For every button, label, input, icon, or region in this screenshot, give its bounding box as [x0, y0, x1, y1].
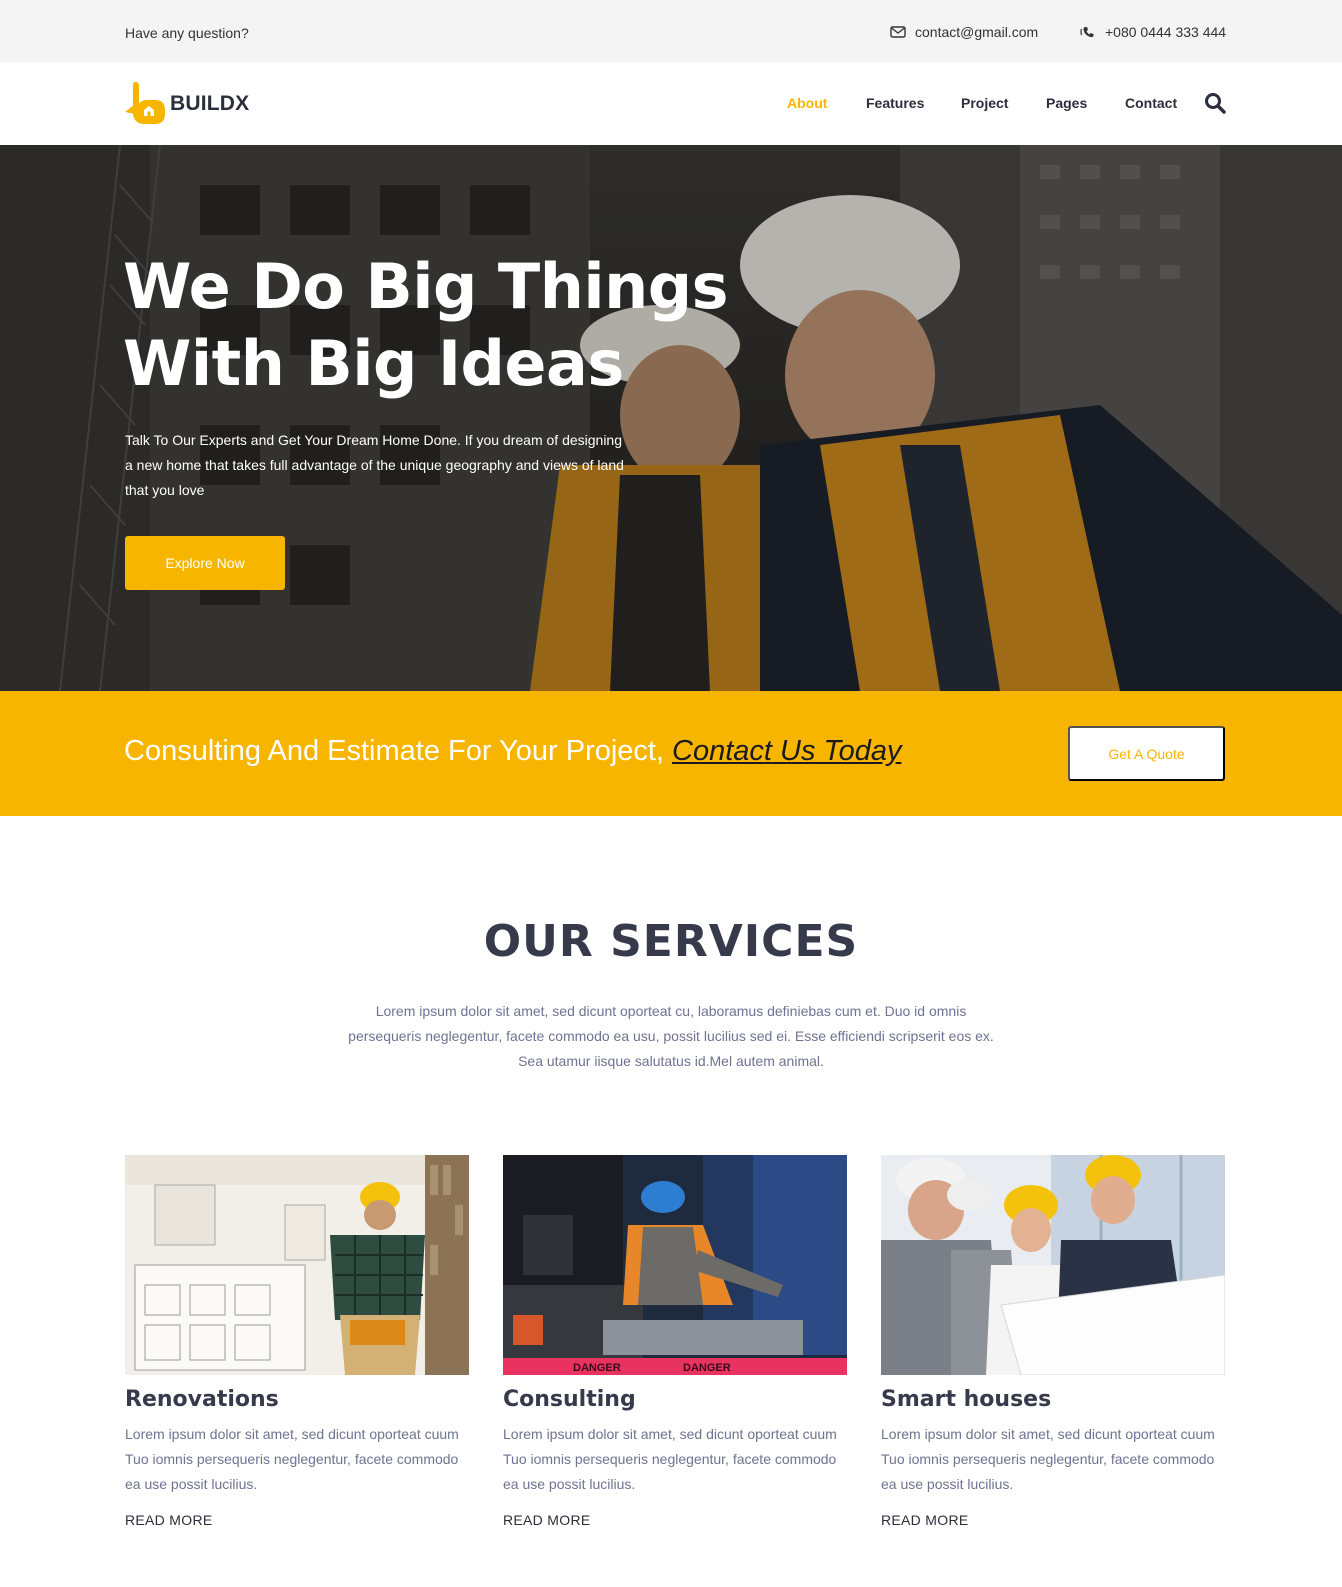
service-text-consulting: Lorem ipsum dolor sit amet, sed dicunt o…	[503, 1426, 837, 1492]
read-more-link-renovations[interactable]: READ MORE	[125, 1512, 469, 1528]
hero-title: We Do Big Things With Big Ideas	[123, 248, 843, 402]
nav-item-about[interactable]: About	[787, 95, 827, 111]
band-text: Consulting And Estimate For Your Project…	[124, 735, 901, 768]
consulting-image: DANGER DANGER	[503, 1155, 847, 1375]
nav-item-project[interactable]: Project	[961, 95, 1008, 111]
smart-houses-illustration	[881, 1155, 1225, 1375]
contact-phone[interactable]: +080 0444 333 444	[1080, 24, 1226, 40]
nav-item-features[interactable]: Features	[866, 95, 924, 111]
service-title-renovations: Renovations	[125, 1387, 279, 1412]
get-a-quote-button[interactable]: Get A Quote	[1068, 726, 1225, 781]
service-title-consulting: Consulting	[503, 1387, 636, 1412]
service-text-renovations: Lorem ipsum dolor sit amet, sed dicunt o…	[125, 1426, 459, 1492]
main-nav: About Features Project Pages Contact	[0, 92, 1342, 115]
consulting-band: Consulting And Estimate For Your Project…	[0, 691, 1342, 816]
contact-us-link[interactable]: Contact Us Today	[672, 735, 901, 767]
explore-now-button[interactable]: Explore Now	[125, 536, 285, 590]
read-more-link-consulting[interactable]: READ MORE	[503, 1512, 847, 1528]
service-card-smart-houses: Smart houses Lorem ipsum dolor sit amet,…	[881, 1155, 1225, 1528]
services-title: OUR SERVICES	[483, 916, 859, 967]
main-header: BUILDX About Features Project Pages Cont…	[0, 62, 1342, 145]
read-more-link-smart-houses[interactable]: READ MORE	[881, 1512, 1225, 1528]
hero-title-line1: We Do Big Things	[123, 250, 729, 323]
danger-sign-2: DANGER	[683, 1362, 731, 1374]
phone-icon	[1080, 27, 1094, 38]
top-bar: Have any question? contact@gmail.com +08…	[0, 0, 1342, 62]
service-card-consulting: DANGER DANGER Consulting Lorem ipsum dol…	[503, 1155, 847, 1528]
service-card-renovations: Renovations Lorem ipsum dolor sit amet, …	[125, 1155, 469, 1528]
nav-item-pages[interactable]: Pages	[1046, 95, 1087, 111]
hero-description: Talk To Our Experts and Get Your Dream H…	[125, 432, 624, 498]
smart-houses-image	[881, 1155, 1225, 1375]
service-title-smart-houses: Smart houses	[881, 1387, 1052, 1412]
envelope-icon	[890, 26, 906, 38]
danger-sign-1: DANGER	[573, 1362, 621, 1374]
band-headline: Consulting And Estimate For Your Project…	[124, 735, 665, 767]
search-icon[interactable]	[1204, 92, 1226, 114]
consulting-illustration: DANGER DANGER	[503, 1155, 847, 1375]
renovations-illustration	[125, 1155, 469, 1375]
hero-title-line2: With Big Ideas	[123, 327, 624, 400]
renovations-image	[125, 1155, 469, 1375]
question-text: Have any question?	[125, 25, 249, 41]
email-text: contact@gmail.com	[915, 24, 1039, 40]
service-text-smart-houses: Lorem ipsum dolor sit amet, sed dicunt o…	[881, 1426, 1215, 1492]
nav-item-contact[interactable]: Contact	[1125, 95, 1177, 111]
services-description: Lorem ipsum dolor sit amet, sed dicunt o…	[348, 1003, 994, 1069]
phone-text: +080 0444 333 444	[1105, 24, 1227, 40]
hero-overlay	[0, 145, 1342, 691]
hero-section: We Do Big Things With Big Ideas Talk To …	[0, 145, 1342, 691]
contact-email[interactable]: contact@gmail.com	[890, 24, 1038, 40]
